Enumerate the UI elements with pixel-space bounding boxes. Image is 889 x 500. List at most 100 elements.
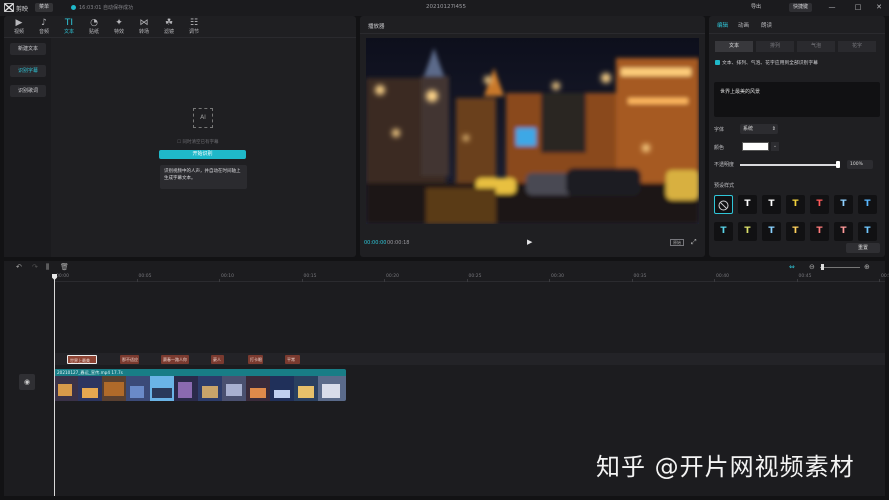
main-video-clip[interactable]: 20210127_春运_宣传.mp4 17.7s [54, 369, 346, 401]
tool-effects[interactable]: ✦ 特效 [107, 18, 131, 38]
apply-all-label: 文本、排列、气泡、花字应用到全部识别字幕 [722, 61, 818, 66]
text-preset[interactable]: T [834, 195, 853, 214]
text-preset[interactable]: T [858, 222, 877, 241]
tool-text[interactable]: TI 文本 [57, 18, 81, 38]
app-logo-icon [4, 3, 14, 12]
ruler-tick [796, 279, 798, 282]
aspect-ratio-button[interactable]: 原始 [670, 239, 684, 246]
ruler-tick-label: 00:25 [468, 274, 482, 279]
text-clip[interactable]: 世界上最美 [67, 355, 97, 364]
clip-label: 20210127_春运_宣传.mp4 17.7s [54, 369, 346, 376]
zoom-slider-handle[interactable] [821, 264, 824, 270]
video-preview[interactable] [366, 38, 699, 224]
redo-icon[interactable]: ↷ [32, 263, 38, 271]
recognize-subtitles-button[interactable]: 识别字幕 [10, 65, 46, 77]
ruler-tick [879, 279, 880, 282]
font-select[interactable]: 系统 ⇕ [740, 124, 778, 134]
start-recognition-button[interactable]: 开始识别 [159, 150, 246, 159]
video-icon: ▶ [15, 18, 23, 28]
zoom-out-icon[interactable]: ⊖ [809, 263, 815, 271]
shortcut-button[interactable]: 快捷键 [789, 3, 813, 12]
zoom-in-icon[interactable]: ⊕ [864, 263, 870, 271]
zoom-slider[interactable] [820, 267, 860, 268]
subtab-arrange[interactable]: 排列 [756, 41, 794, 52]
close-button[interactable]: ✕ [874, 3, 884, 12]
text-preset[interactable]: T [714, 222, 733, 241]
tab-edit[interactable]: 编辑 [717, 21, 728, 29]
text-preset[interactable]: T [762, 195, 781, 214]
text-preset[interactable]: T [762, 222, 781, 241]
delete-icon[interactable]: 🗑 [60, 263, 69, 271]
text-preset[interactable]: T [858, 195, 877, 214]
text-preset[interactable]: T [738, 195, 757, 214]
timeline-toolbar: ↶ ↷ ⫼ 🗑 ⇔ ⊖ ⊕ [4, 261, 885, 274]
text-preset[interactable]: T [810, 222, 829, 241]
tool-audio[interactable]: ♪ 音频 [32, 18, 56, 38]
text-clip[interactable]: 打卡眼 [248, 355, 263, 364]
subtab-text[interactable]: 文本 [715, 41, 753, 52]
tool-transition[interactable]: ⋈ 转场 [132, 18, 156, 38]
text-preset[interactable]: T [786, 195, 805, 214]
chevron-down-icon[interactable]: ⌄ [771, 142, 779, 151]
ruler-tick [136, 279, 138, 282]
opacity-slider[interactable] [740, 164, 840, 166]
adjust-icon: ☷ [189, 18, 199, 28]
playhead[interactable] [54, 274, 55, 496]
minimize-button[interactable]: — [827, 3, 837, 12]
player-title: 播放器 [368, 24, 385, 30]
undo-icon[interactable]: ↶ [16, 263, 22, 271]
text-preset[interactable]: T [810, 195, 829, 214]
ruler-tick [466, 279, 468, 282]
ruler-tick-label: 00:35 [633, 274, 647, 279]
tab-read-aloud[interactable]: 朗读 [761, 21, 772, 29]
filter-icon: ☘ [164, 18, 174, 28]
link-icon[interactable]: ⇔ [789, 263, 795, 271]
text-preset[interactable]: T [786, 222, 805, 241]
text-icon: TI [64, 18, 74, 28]
time-ruler[interactable]: 00:00 00:05 00:10 00:15 00:20 00:25 00:30 00:35… [54, 274, 889, 282]
text-clip[interactable]: 赛春一路人你 [161, 355, 189, 364]
ruler-tick-label: 00:15 [303, 274, 317, 279]
play-icon[interactable]: ▶ [527, 238, 532, 246]
opacity-label: 不透明度 [714, 162, 735, 168]
tool-filter[interactable]: ☘ 滤镜 [157, 18, 181, 38]
divider [4, 37, 356, 38]
fullscreen-icon[interactable]: ⤢ [691, 238, 697, 247]
text-content-input[interactable]: 世界上最美的风景 [714, 82, 880, 117]
subtab-fancy-text[interactable]: 花字 [838, 41, 876, 52]
ai-recognize-icon: AI [193, 108, 213, 128]
tool-sticker[interactable]: ◔ 贴纸 [82, 18, 106, 38]
apply-all-checkbox[interactable] [715, 60, 720, 65]
split-icon[interactable]: ⫼ [46, 263, 49, 272]
text-preset[interactable]: T [834, 222, 853, 241]
clear-existing-checkbox[interactable]: ☐ 同时清空已有字幕 [177, 139, 218, 145]
no-style-icon[interactable] [714, 195, 733, 214]
ruler-tick [549, 279, 550, 282]
reset-button[interactable]: 重置 [846, 243, 880, 253]
tool-video[interactable]: ▶ 视频 [7, 18, 31, 38]
text-clip[interactable]: 那不适应 [120, 355, 139, 364]
maximize-button[interactable]: □ [853, 3, 863, 12]
ruler-tick-label: 00:40 [716, 274, 729, 279]
opacity-slider-handle[interactable] [836, 161, 840, 168]
ruler-tick-label: 00:50 [881, 274, 889, 279]
clear-existing-label: 同时清空已有字幕 [182, 140, 219, 145]
ruler-tick [301, 279, 303, 282]
tool-adjust[interactable]: ☷ 调节 [182, 18, 206, 38]
player-panel: 播放器 00:00:00 00:00:18 ▶ 原始 ⤢ [360, 16, 705, 257]
ruler-tick [384, 279, 385, 282]
export-button[interactable]: 导出 [747, 3, 765, 12]
menu-button[interactable]: 菜单 [35, 3, 54, 12]
recognize-lyrics-button[interactable]: 识别歌词 [10, 85, 46, 97]
cover-icon[interactable]: ◉ [19, 374, 35, 390]
app-name: 剪映 [16, 6, 29, 13]
text-clip[interactable]: 平常 [285, 355, 300, 364]
text-preset[interactable]: T [738, 222, 757, 241]
tab-animation[interactable]: 动画 [738, 21, 749, 29]
color-swatch[interactable] [742, 142, 769, 151]
new-text-button[interactable]: 新建文本 [10, 43, 46, 55]
ruler-tick-label: 00:30 [551, 274, 564, 279]
text-clip[interactable]: 豪人 [211, 355, 224, 364]
subtab-bubble[interactable]: 气泡 [797, 41, 835, 52]
opacity-input[interactable]: 100% [847, 160, 873, 169]
